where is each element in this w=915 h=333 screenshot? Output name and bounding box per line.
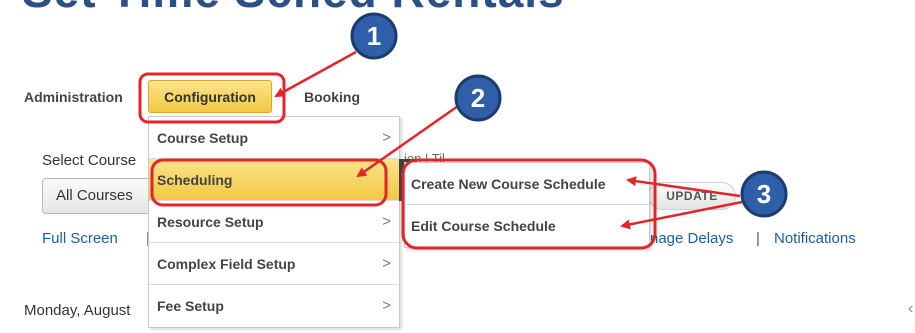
course-select[interactable]: All Courses (42, 178, 162, 214)
step-badge-2: 2 (454, 74, 502, 122)
badge-number: 3 (757, 179, 771, 209)
menu-item-label: Scheduling (157, 172, 233, 188)
chevron-right-icon: > (382, 297, 391, 314)
update-button[interactable]: UPDATE (648, 182, 736, 210)
chevron-right-icon: > (382, 213, 391, 230)
menu-item-label: Resource Setup (157, 214, 264, 230)
submenu-item-create-new-course-schedule[interactable]: Create New Course Schedule (405, 163, 649, 205)
menu-item-label: Course Setup (157, 130, 249, 146)
menu-item-scheduling[interactable]: Scheduling > (149, 159, 417, 201)
link-separator: | (756, 230, 760, 247)
menu-item-label: Complex Field Setup (157, 256, 296, 272)
submenu-item-edit-course-schedule[interactable]: Edit Course Schedule (405, 205, 649, 247)
page-title-fragment: Set Time Sched Rentals (22, 0, 565, 18)
menu-item-course-setup[interactable]: Course Setup > (149, 117, 399, 159)
menu-item-complex-field-setup[interactable]: Complex Field Setup > (149, 243, 399, 285)
badge-number: 2 (471, 83, 485, 113)
step-badge-3: 3 (740, 170, 788, 218)
menu-item-resource-setup[interactable]: Resource Setup > (149, 201, 399, 243)
notifications-link[interactable]: Notifications (774, 230, 856, 247)
chevron-right-icon: > (382, 255, 391, 272)
menu-item-fee-setup[interactable]: Fee Setup > (149, 285, 399, 327)
nav-booking[interactable]: Booking (304, 89, 360, 105)
step-badge-1: 1 (350, 12, 398, 60)
manage-delays-link[interactable]: nage Delays (650, 230, 733, 247)
date-text: Monday, August (24, 302, 131, 319)
nav-administration[interactable]: Administration (24, 89, 123, 105)
edge-arrow-icon: ‹ (908, 300, 914, 317)
scheduling-submenu: Create New Course Schedule Edit Course S… (404, 162, 650, 248)
nav-configuration[interactable]: Configuration (148, 80, 272, 113)
menu-item-label: Fee Setup (157, 298, 224, 314)
configuration-dropdown-menu: Course Setup > Scheduling > Resource Set… (148, 116, 417, 328)
badge-number: 1 (367, 21, 381, 51)
select-course-label: Select Course (42, 152, 137, 169)
full-screen-link[interactable]: Full Screen (42, 230, 118, 247)
chevron-right-icon: > (382, 129, 391, 146)
